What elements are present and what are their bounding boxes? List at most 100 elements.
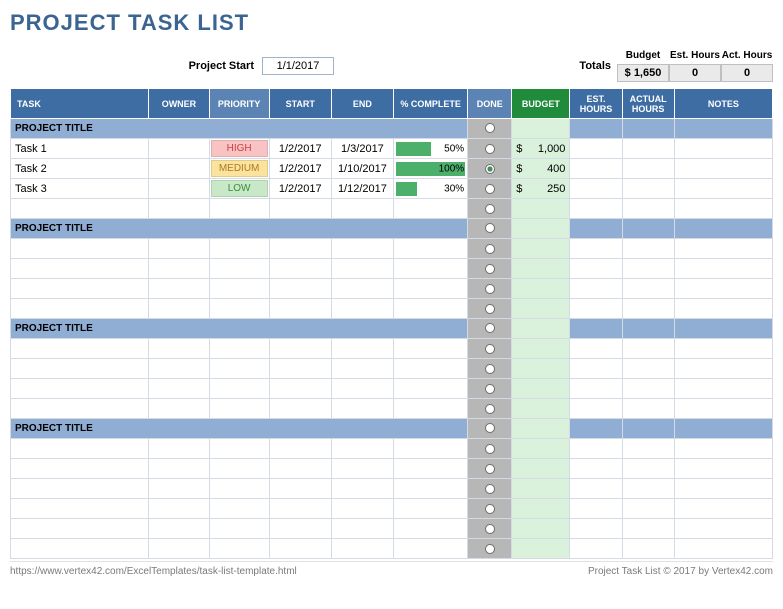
est-cell[interactable] bbox=[570, 519, 622, 539]
start-cell[interactable] bbox=[269, 479, 331, 499]
end-cell[interactable] bbox=[331, 359, 393, 379]
pc-cell[interactable] bbox=[393, 299, 467, 319]
done-cell[interactable] bbox=[468, 239, 512, 259]
end-cell[interactable] bbox=[331, 499, 393, 519]
pc-cell[interactable] bbox=[393, 519, 467, 539]
owner-cell[interactable] bbox=[149, 359, 209, 379]
est-cell[interactable] bbox=[570, 359, 622, 379]
section-title[interactable]: PROJECT TITLE bbox=[11, 219, 468, 239]
budget-cell[interactable]: $250 bbox=[512, 179, 570, 199]
owner-cell[interactable] bbox=[149, 459, 209, 479]
owner-cell[interactable] bbox=[149, 159, 209, 179]
priority-cell[interactable] bbox=[209, 499, 269, 519]
start-cell[interactable] bbox=[269, 199, 331, 219]
budget-cell[interactable] bbox=[512, 279, 570, 299]
act-cell[interactable] bbox=[622, 199, 674, 219]
priority-cell[interactable]: MEDIUM bbox=[209, 159, 269, 179]
notes-cell[interactable] bbox=[674, 299, 772, 319]
done-radio[interactable] bbox=[485, 524, 495, 534]
est-cell[interactable] bbox=[570, 139, 622, 159]
done-cell[interactable] bbox=[468, 279, 512, 299]
owner-cell[interactable] bbox=[149, 279, 209, 299]
priority-cell[interactable] bbox=[209, 479, 269, 499]
end-cell[interactable] bbox=[331, 299, 393, 319]
done-cell[interactable] bbox=[468, 219, 512, 239]
owner-cell[interactable] bbox=[149, 439, 209, 459]
notes-cell[interactable] bbox=[674, 399, 772, 419]
est-cell[interactable] bbox=[570, 459, 622, 479]
owner-cell[interactable] bbox=[149, 539, 209, 559]
budget-cell[interactable] bbox=[512, 319, 570, 339]
pc-cell[interactable] bbox=[393, 339, 467, 359]
done-cell[interactable] bbox=[468, 419, 512, 439]
budget-cell[interactable]: $1,000 bbox=[512, 139, 570, 159]
pc-cell[interactable] bbox=[393, 399, 467, 419]
act-cell[interactable] bbox=[622, 379, 674, 399]
pc-cell[interactable] bbox=[393, 479, 467, 499]
task-cell[interactable] bbox=[11, 479, 149, 499]
pc-cell[interactable] bbox=[393, 379, 467, 399]
act-cell[interactable] bbox=[622, 399, 674, 419]
end-cell[interactable] bbox=[331, 379, 393, 399]
est-cell[interactable] bbox=[570, 259, 622, 279]
start-cell[interactable] bbox=[269, 539, 331, 559]
priority-cell[interactable] bbox=[209, 279, 269, 299]
end-cell[interactable] bbox=[331, 459, 393, 479]
done-cell[interactable] bbox=[468, 539, 512, 559]
task-cell[interactable]: Task 1 bbox=[11, 139, 149, 159]
est-cell[interactable] bbox=[570, 159, 622, 179]
task-cell[interactable]: Task 3 bbox=[11, 179, 149, 199]
act-cell[interactable] bbox=[622, 539, 674, 559]
owner-cell[interactable] bbox=[149, 519, 209, 539]
notes-cell[interactable] bbox=[674, 479, 772, 499]
task-cell[interactable] bbox=[11, 359, 149, 379]
budget-cell[interactable] bbox=[512, 539, 570, 559]
owner-cell[interactable] bbox=[149, 399, 209, 419]
task-cell[interactable] bbox=[11, 499, 149, 519]
done-cell[interactable] bbox=[468, 259, 512, 279]
done-cell[interactable] bbox=[468, 379, 512, 399]
act-cell[interactable] bbox=[622, 159, 674, 179]
priority-cell[interactable] bbox=[209, 399, 269, 419]
notes-cell[interactable] bbox=[674, 279, 772, 299]
owner-cell[interactable] bbox=[149, 139, 209, 159]
done-cell[interactable] bbox=[468, 439, 512, 459]
pc-cell[interactable] bbox=[393, 279, 467, 299]
est-cell[interactable] bbox=[570, 499, 622, 519]
budget-cell[interactable] bbox=[512, 399, 570, 419]
act-cell[interactable] bbox=[622, 259, 674, 279]
done-cell[interactable] bbox=[468, 179, 512, 199]
act-cell[interactable] bbox=[622, 339, 674, 359]
done-cell[interactable] bbox=[468, 119, 512, 139]
done-radio[interactable] bbox=[485, 464, 495, 474]
end-cell[interactable] bbox=[331, 439, 393, 459]
end-cell[interactable]: 1/3/2017 bbox=[331, 139, 393, 159]
priority-cell[interactable] bbox=[209, 299, 269, 319]
done-cell[interactable] bbox=[468, 199, 512, 219]
priority-cell[interactable] bbox=[209, 439, 269, 459]
done-radio[interactable] bbox=[485, 364, 495, 374]
act-cell[interactable] bbox=[622, 179, 674, 199]
task-cell[interactable] bbox=[11, 459, 149, 479]
end-cell[interactable] bbox=[331, 399, 393, 419]
budget-cell[interactable] bbox=[512, 499, 570, 519]
pc-cell[interactable] bbox=[393, 439, 467, 459]
notes-cell[interactable] bbox=[674, 339, 772, 359]
task-cell[interactable] bbox=[11, 239, 149, 259]
done-radio[interactable] bbox=[485, 204, 495, 214]
notes-cell[interactable] bbox=[674, 379, 772, 399]
notes-cell[interactable] bbox=[674, 139, 772, 159]
section-title[interactable]: PROJECT TITLE bbox=[11, 419, 468, 439]
footer-link[interactable]: https://www.vertex42.com/ExcelTemplates/… bbox=[10, 566, 297, 577]
est-cell[interactable] bbox=[570, 279, 622, 299]
pc-cell[interactable] bbox=[393, 459, 467, 479]
task-cell[interactable] bbox=[11, 339, 149, 359]
budget-cell[interactable] bbox=[512, 439, 570, 459]
end-cell[interactable] bbox=[331, 519, 393, 539]
done-radio[interactable] bbox=[485, 244, 495, 254]
pc-cell[interactable]: 30% bbox=[393, 179, 467, 199]
start-cell[interactable]: 1/2/2017 bbox=[269, 159, 331, 179]
done-cell[interactable] bbox=[468, 139, 512, 159]
budget-cell[interactable] bbox=[512, 199, 570, 219]
act-cell[interactable] bbox=[622, 499, 674, 519]
